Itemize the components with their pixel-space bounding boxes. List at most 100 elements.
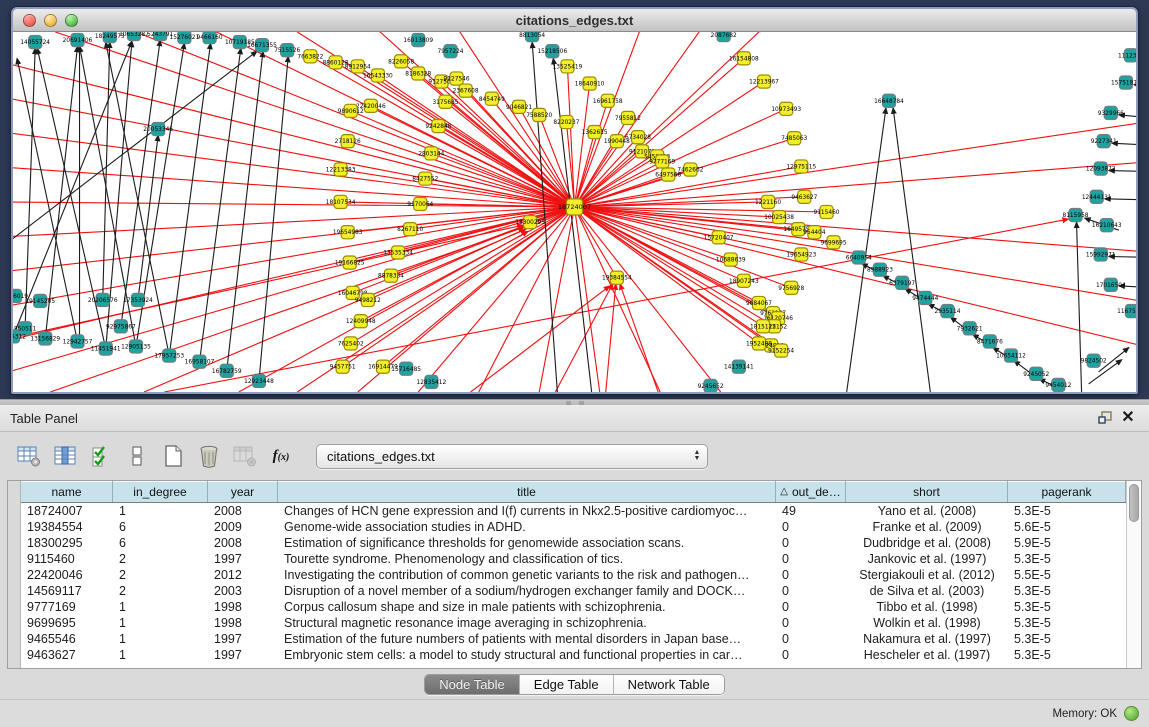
network-desktop: citations_edges.txt 14055724206914061824… <box>0 0 1149 399</box>
graph-node-label: 16648784 <box>874 99 904 105</box>
table-row[interactable]: 1938455462009Genome-wide association stu… <box>21 519 1126 535</box>
column-header-name[interactable]: name <box>21 481 113 502</box>
table-row[interactable]: 977716911998Corpus callosum shape and si… <box>21 599 1126 615</box>
tab-network-table[interactable]: Network Table <box>614 675 724 694</box>
graph-node-label: 8988923 <box>867 268 893 274</box>
table-row[interactable]: 2242004622012Investigating the contribut… <box>21 567 1126 583</box>
cell-title: Tourette syndrome. Phenomenology and cla… <box>278 552 776 566</box>
graph-node-label: 9474444 <box>912 296 938 302</box>
graph-node-label: 9457751 <box>330 365 356 371</box>
column-header-out-de-[interactable]: △out_de… <box>776 481 846 502</box>
cell-short: Yano et al. (2008) <box>846 504 1008 518</box>
citation-edge-red <box>471 286 610 392</box>
cell-short: de Silva et al. (2003) <box>846 584 1008 598</box>
column-header-year[interactable]: year <box>208 481 278 502</box>
graph-node-label: 3175685 <box>432 100 458 106</box>
graph-node-label: 13525419 <box>553 64 583 70</box>
cell-in-degree: 1 <box>113 648 208 662</box>
graph-node-label: 19384554 <box>602 276 632 282</box>
graph-node-label: 9466160 <box>197 35 223 41</box>
select-all-rows-icon[interactable] <box>86 441 116 471</box>
graph-node-label: 12905135 <box>121 345 151 351</box>
network-canvas[interactable]: 1405572420691406182495731065328752437911… <box>13 32 1136 392</box>
status-bar: Memory: OK <box>0 699 1149 727</box>
close-panel-icon[interactable]: ✕ <box>1117 408 1139 428</box>
graph-node-label: 9242848 <box>425 124 451 130</box>
graph-node-label: 9890612 <box>338 109 364 115</box>
graph-node-label: 12923448 <box>244 379 274 385</box>
cell-name: 9699695 <box>21 616 113 630</box>
graph-node-label: 2935114 <box>934 309 960 315</box>
cell-title: Investigating the contribution of common… <box>278 568 776 582</box>
graph-node-label: 2718126 <box>335 139 361 145</box>
network-view-window[interactable]: citations_edges.txt 14055724206914061824… <box>11 7 1138 394</box>
graph-node-label: 9463627 <box>791 195 817 201</box>
graph-node-label: 16958107 <box>185 360 215 366</box>
vertical-scrollbar[interactable] <box>1126 481 1141 668</box>
table-column-settings-icon[interactable] <box>14 441 44 471</box>
graph-node-label: 7957224 <box>438 49 464 55</box>
new-table-icon[interactable] <box>158 441 188 471</box>
cell-short: Dudbridge et al. (2008) <box>846 536 1008 550</box>
graph-node-label: 18907243 <box>729 279 759 285</box>
citation-network-graph[interactable]: 1405572420691406182495731065328752437911… <box>13 32 1136 392</box>
table-row[interactable]: 946554611997Estimation of the future num… <box>21 631 1126 647</box>
graph-node-label: 954404 <box>803 230 826 236</box>
float-panel-icon[interactable] <box>1095 408 1117 428</box>
citation-edge-red <box>378 75 575 206</box>
select-column-icon[interactable] <box>50 441 80 471</box>
dropdown-stepper-icon: ▲▼ <box>687 445 707 468</box>
citation-edge-red <box>13 202 575 207</box>
table-row[interactable]: 911546021997Tourette syndrome. Phenomeno… <box>21 551 1126 567</box>
column-header-pagerank[interactable]: pagerank <box>1008 481 1126 502</box>
graph-node-label: 14055724 <box>20 40 50 46</box>
scrollbar-thumb[interactable] <box>1129 484 1139 522</box>
table-row[interactable]: 1830029562008Estimation of significance … <box>21 535 1126 551</box>
table-row[interactable]: 946362711997Embryonic stem cells: a mode… <box>21 647 1126 663</box>
cell-year: 2008 <box>208 536 278 550</box>
citation-edge-red <box>606 284 616 392</box>
tab-edge-table[interactable]: Edge Table <box>520 675 614 694</box>
cell-short: Jankovic et al. (1997) <box>846 552 1008 566</box>
column-header-title[interactable]: title <box>278 481 776 502</box>
cell-short: Nakamura et al. (1997) <box>846 632 1008 646</box>
graph-node-label: 11451941 <box>91 347 121 353</box>
graph-node-label: 18640910 <box>575 82 605 88</box>
memory-ok-icon[interactable] <box>1124 706 1139 721</box>
graph-node-label: 20691406 <box>63 38 93 44</box>
cell-name: 9115460 <box>21 552 113 566</box>
graph-node-label: 13535334 <box>383 250 413 256</box>
cell-year: 1997 <box>208 632 278 646</box>
cell-title: Structural magnetic resonance image aver… <box>278 616 776 630</box>
graph-node-label: 10654112 <box>996 354 1026 360</box>
graph-node-label: 20206576 <box>88 298 118 304</box>
column-header-in-degree[interactable]: in_degree <box>113 481 208 502</box>
cell-pagerank: 5.3E-5 <box>1008 648 1126 662</box>
graph-node-label: 8471676 <box>977 339 1003 345</box>
deselect-rows-icon[interactable] <box>122 441 152 471</box>
graph-node-label: 9245652 <box>698 384 724 390</box>
table-selector-dropdown[interactable]: citations_edges.txt ▲▼ <box>316 444 708 469</box>
graph-node-label: 16154808 <box>729 56 759 62</box>
delete-rows-trash-icon[interactable] <box>194 441 224 471</box>
cell-in-degree: 2 <box>113 584 208 598</box>
graph-node-label: 9699695 <box>821 240 847 246</box>
function-builder-icon[interactable]: f(x) <box>266 441 296 471</box>
cell-in-degree: 1 <box>113 632 208 646</box>
cell-name: 19384554 <box>21 520 113 534</box>
graph-node-label: 1952488 <box>746 341 772 347</box>
graph-node-label: 16210643 <box>1092 223 1122 229</box>
graph-node-label: 9245052 <box>1023 372 1049 378</box>
graph-node-label: 8226058 <box>388 59 414 65</box>
graph-node-label: 7932621 <box>957 326 983 332</box>
column-header-short[interactable]: short <box>846 481 1008 502</box>
citation-edge-black <box>199 48 240 361</box>
graph-node-label: 2367608 <box>453 89 479 95</box>
tab-node-table[interactable]: Node Table <box>425 675 520 694</box>
table-row[interactable]: 1456911722003Disruption of a novel membe… <box>21 583 1126 599</box>
table-row[interactable]: 1872400712008Changes of HCN gene express… <box>21 503 1126 519</box>
cell-pagerank: 5.6E-5 <box>1008 520 1126 534</box>
graph-node-label: 6734028 <box>625 135 651 141</box>
table-row[interactable]: 969969511998Structural magnetic resonanc… <box>21 615 1126 631</box>
window-titlebar[interactable]: citations_edges.txt <box>13 9 1136 32</box>
